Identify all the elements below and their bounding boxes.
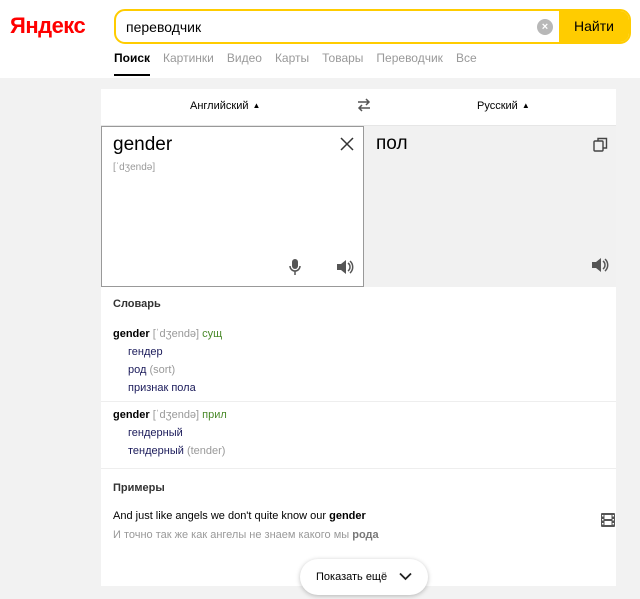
clear-search-button[interactable]: × bbox=[537, 19, 553, 35]
translation-option[interactable]: признак пола bbox=[128, 382, 222, 394]
target-language-label: Русский bbox=[477, 100, 518, 112]
search-input[interactable] bbox=[126, 11, 526, 42]
entry-word: gender bbox=[113, 328, 150, 340]
example-english: And just like angels we don't quite know… bbox=[113, 510, 366, 522]
header: Яндекс × Найти Поиск Картинки Видео Карт… bbox=[0, 0, 640, 78]
speaker-icon[interactable] bbox=[336, 259, 354, 275]
translator-card: Английский ▲ Русский ▲ gender [ˈdʒendə] по… bbox=[101, 89, 616, 586]
translation-option-hint: (tender) bbox=[186, 445, 226, 457]
translation-option[interactable]: гендер bbox=[128, 346, 222, 358]
translation-pane: пол bbox=[364, 126, 616, 287]
swap-languages-icon[interactable] bbox=[356, 97, 372, 113]
source-text[interactable]: gender bbox=[113, 134, 172, 156]
entry-word: gender bbox=[113, 409, 150, 421]
example-english-highlight: gender bbox=[329, 510, 366, 522]
source-language-select[interactable]: Английский ▲ bbox=[190, 100, 260, 112]
tab-maps[interactable]: Карты bbox=[275, 51, 309, 76]
translation-option-text: гендер bbox=[128, 346, 163, 358]
search-button[interactable]: Найти bbox=[559, 11, 629, 42]
source-language-label: Английский bbox=[190, 100, 249, 112]
entry-part-of-speech: прил bbox=[202, 409, 227, 421]
show-more-button[interactable]: Показать ещё bbox=[300, 559, 428, 595]
search-nav: Поиск Картинки Видео Карты Товары Перево… bbox=[114, 51, 490, 76]
search-box: × Найти bbox=[114, 9, 631, 44]
translation-option[interactable]: тендерный (tender) bbox=[128, 445, 227, 457]
tab-goods[interactable]: Товары bbox=[322, 51, 363, 76]
target-language-select[interactable]: Русский ▲ bbox=[477, 100, 530, 112]
translation-text: пол bbox=[376, 133, 408, 154]
logo-text: Яндекс bbox=[10, 13, 86, 38]
examples-title: Примеры bbox=[113, 482, 165, 494]
entry-head: gender [ˈdʒendə] сущ bbox=[113, 328, 222, 340]
translation-option-text: признак пола bbox=[128, 382, 196, 394]
dictionary-entry: gender [ˈdʒendə] прил гендерный тендерны… bbox=[113, 409, 227, 457]
translation-option[interactable]: гендерный bbox=[128, 427, 227, 439]
source-text-pane[interactable]: gender [ˈdʒendə] bbox=[101, 126, 364, 287]
sort-arrows-icon: ▲ bbox=[521, 101, 530, 110]
copy-icon[interactable] bbox=[593, 137, 608, 152]
dictionary-title: Словарь bbox=[113, 298, 161, 310]
example-russian-highlight: рода bbox=[352, 529, 379, 541]
language-bar: Английский ▲ Русский ▲ bbox=[101, 89, 616, 126]
example-russian-text: И точно так же как ангелы не знаем каког… bbox=[113, 529, 353, 541]
entry-transcription: [ˈdʒendə] bbox=[152, 328, 200, 340]
tab-images[interactable]: Картинки bbox=[163, 51, 214, 76]
transcription: [ˈdʒendə] bbox=[113, 162, 156, 173]
tab-video[interactable]: Видео bbox=[227, 51, 262, 76]
divider bbox=[101, 468, 616, 469]
example-russian: И точно так же как ангелы не знаем каког… bbox=[113, 529, 379, 541]
close-icon[interactable] bbox=[340, 137, 354, 151]
dictionary-entry: gender [ˈdʒendə] сущ гендер род (sort) п… bbox=[113, 328, 222, 394]
translation-option[interactable]: род (sort) bbox=[128, 364, 222, 376]
film-icon[interactable] bbox=[600, 512, 616, 528]
show-more-label: Показать ещё bbox=[316, 571, 388, 583]
translation-option-text: гендерный bbox=[128, 427, 183, 439]
yandex-logo[interactable]: Яндекс bbox=[10, 13, 86, 39]
tab-search[interactable]: Поиск bbox=[114, 51, 151, 76]
entry-part-of-speech: сущ bbox=[202, 328, 223, 340]
entry-transcription: [ˈdʒendə] bbox=[152, 409, 200, 421]
example-english-text: And just like angels we don't quite know… bbox=[113, 510, 330, 522]
entry-head: gender [ˈdʒendə] прил bbox=[113, 409, 227, 421]
translation-option-hint: (sort) bbox=[149, 364, 176, 376]
speaker-icon[interactable] bbox=[591, 257, 609, 273]
chevron-down-icon bbox=[399, 572, 412, 581]
divider bbox=[101, 401, 616, 402]
sort-arrows-icon: ▲ bbox=[252, 101, 261, 110]
microphone-icon[interactable] bbox=[288, 258, 302, 276]
translation-option-text: род bbox=[128, 364, 147, 376]
translation-option-text: тендерный bbox=[128, 445, 184, 457]
tab-translator[interactable]: Переводчик bbox=[376, 51, 443, 76]
tab-all[interactable]: Все bbox=[456, 51, 477, 76]
